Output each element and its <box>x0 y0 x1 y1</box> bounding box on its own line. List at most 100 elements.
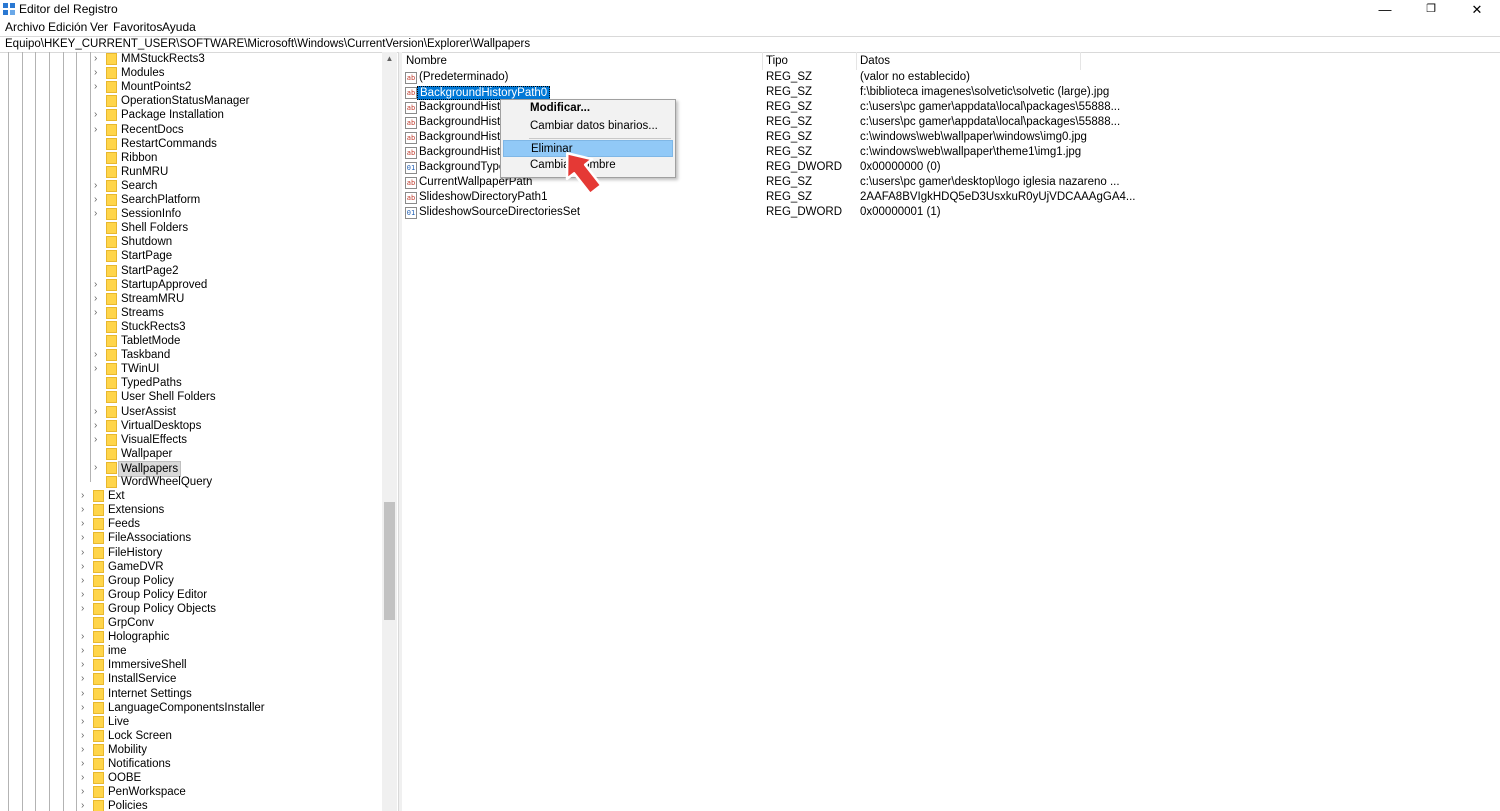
tree-node[interactable]: › ime <box>81 644 380 658</box>
tree-node[interactable]: › StreamMRU <box>94 292 380 306</box>
value-row[interactable]: ab SlideshowDirectoryPath1 REG_SZ 2AAFA8BVI… <box>404 191 1135 206</box>
chevron-right-icon[interactable]: › <box>81 658 91 672</box>
chevron-right-icon[interactable]: › <box>94 433 104 447</box>
column-header-nombre[interactable]: Nombre <box>406 55 447 67</box>
tree-node[interactable]: › InstallService <box>81 672 380 686</box>
tree-node[interactable]: › SessionInfo <box>94 207 380 221</box>
menu-cambiar-datos-binarios[interactable]: Cambiar datos binarios... <box>503 118 673 135</box>
address-path[interactable]: Equipo\HKEY_CURRENT_USER\SOFTWARE\Micros… <box>5 38 530 50</box>
value-row[interactable]: ab (Predeterminado) REG_SZ (valor no establ… <box>404 71 1104 86</box>
chevron-right-icon[interactable]: › <box>94 278 104 292</box>
tree-node[interactable]: › TWinUI <box>94 362 380 376</box>
tree-node[interactable]: › Search <box>94 179 380 193</box>
chevron-right-icon[interactable]: › <box>81 630 91 644</box>
tree-node[interactable]: › VisualEffects <box>94 433 380 447</box>
tree-node[interactable]: › Package Installation <box>94 108 380 122</box>
minimize-button[interactable]: — <box>1362 0 1408 19</box>
chevron-right-icon[interactable]: › <box>81 517 91 531</box>
chevron-right-icon[interactable]: › <box>94 461 104 475</box>
value-name[interactable]: (Predeterminado) <box>419 71 508 83</box>
tree-node[interactable]: › ImmersiveShell <box>81 658 380 672</box>
chevron-right-icon[interactable]: › <box>81 546 91 560</box>
tree-node[interactable]: › Lock Screen <box>81 729 380 743</box>
tree-node[interactable]: › MMStuckRects3 <box>94 52 380 66</box>
tree-node[interactable]: › Wallpapers <box>94 460 380 477</box>
tree-node[interactable]: › GameDVR <box>81 560 380 574</box>
tree-node[interactable]: › Internet Settings <box>81 687 380 701</box>
tree-node[interactable]: › PenWorkspace <box>81 785 380 799</box>
close-button[interactable]: ✕ <box>1454 0 1500 19</box>
chevron-right-icon[interactable]: › <box>81 531 91 545</box>
scroll-thumb[interactable] <box>384 502 395 620</box>
chevron-right-icon[interactable]: › <box>94 108 104 122</box>
column-divider[interactable] <box>1080 52 1081 70</box>
tree-node[interactable]: › Policies <box>81 799 380 811</box>
tree-node[interactable]: StartPage <box>94 249 380 263</box>
tree-node[interactable]: › Ext <box>81 489 380 503</box>
tree-node[interactable]: › VirtualDesktops <box>94 419 380 433</box>
tree-node[interactable]: › RecentDocs <box>94 123 380 137</box>
scroll-up-icon[interactable]: ▲ <box>382 52 397 66</box>
chevron-right-icon[interactable]: › <box>81 687 91 701</box>
menu-ayuda[interactable]: Ayuda <box>162 20 196 34</box>
tree-node[interactable]: GrpConv <box>81 616 380 630</box>
tree-node[interactable]: Ribbon <box>94 151 380 165</box>
title-bar[interactable]: Editor del Registro — ❐ ✕ <box>0 0 1500 19</box>
tree-node[interactable]: › SearchPlatform <box>94 193 380 207</box>
chevron-right-icon[interactable]: › <box>81 701 91 715</box>
chevron-right-icon[interactable]: › <box>94 52 104 66</box>
value-name[interactable]: BackgroundHistoryPath0 <box>417 86 551 100</box>
tree-node[interactable]: TypedPaths <box>94 376 380 390</box>
chevron-right-icon[interactable]: › <box>81 644 91 658</box>
chevron-right-icon[interactable]: › <box>94 348 104 362</box>
tree-node[interactable]: › FileHistory <box>81 546 380 560</box>
chevron-right-icon[interactable]: › <box>81 489 91 503</box>
tree-node[interactable]: › Group Policy Editor <box>81 588 380 602</box>
tree-node[interactable]: WordWheelQuery <box>94 475 380 489</box>
chevron-right-icon[interactable]: › <box>81 560 91 574</box>
tree-node[interactable]: › Mobility <box>81 743 380 757</box>
key-tree[interactable]: › MMStuckRects3 › Modules › MountPoints2 Opera… <box>0 52 382 811</box>
chevron-right-icon[interactable]: › <box>81 729 91 743</box>
menu-ver[interactable]: Ver <box>90 20 108 34</box>
tree-node[interactable]: › UserAssist <box>94 405 380 419</box>
tree-node[interactable]: User Shell Folders <box>94 390 380 404</box>
chevron-right-icon[interactable]: › <box>94 66 104 80</box>
chevron-right-icon[interactable]: › <box>81 503 91 517</box>
tree-node[interactable]: › MountPoints2 <box>94 80 380 94</box>
tree-node[interactable]: RunMRU <box>94 165 380 179</box>
column-divider[interactable] <box>856 52 857 70</box>
tree-node[interactable]: › Group Policy Objects <box>81 602 380 616</box>
value-name[interactable]: SlideshowDirectoryPath1 <box>419 191 547 203</box>
address-bar[interactable]: Equipo\HKEY_CURRENT_USER\SOFTWARE\Micros… <box>0 36 1500 53</box>
chevron-right-icon[interactable]: › <box>81 602 91 616</box>
chevron-right-icon[interactable]: › <box>81 574 91 588</box>
menu-edicion[interactable]: Edición <box>48 20 87 34</box>
tree-node[interactable]: › LanguageComponentsInstaller <box>81 701 380 715</box>
tree-node[interactable]: › Live <box>81 715 380 729</box>
tree-node[interactable]: StartPage2 <box>94 264 380 278</box>
column-header-tipo[interactable]: Tipo <box>766 55 788 67</box>
chevron-right-icon[interactable]: › <box>81 715 91 729</box>
tree-node[interactable]: OperationStatusManager <box>94 94 380 108</box>
tree-node[interactable]: StuckRects3 <box>94 320 380 334</box>
chevron-right-icon[interactable]: › <box>94 405 104 419</box>
chevron-right-icon[interactable]: › <box>94 306 104 320</box>
column-header-datos[interactable]: Datos <box>860 55 890 67</box>
column-divider[interactable] <box>762 52 763 70</box>
chevron-right-icon[interactable]: › <box>94 419 104 433</box>
tree-node[interactable]: › Streams <box>94 306 380 320</box>
tree-scrollbar[interactable]: ▲ <box>382 52 397 811</box>
value-row[interactable]: 01 SlideshowSourceDirectoriesSet REG_DWORD… <box>404 206 1104 221</box>
chevron-right-icon[interactable]: › <box>81 785 91 799</box>
chevron-right-icon[interactable]: › <box>94 207 104 221</box>
menu-favoritos[interactable]: Favoritos <box>113 20 162 34</box>
tree-node[interactable]: Shell Folders <box>94 221 380 235</box>
chevron-right-icon[interactable]: › <box>94 292 104 306</box>
tree-node[interactable]: › Holographic <box>81 630 380 644</box>
chevron-right-icon[interactable]: › <box>94 123 104 137</box>
chevron-right-icon[interactable]: › <box>81 771 91 785</box>
tree-node[interactable]: › Group Policy <box>81 574 380 588</box>
value-name[interactable]: SlideshowSourceDirectoriesSet <box>419 206 580 218</box>
menu-modificar[interactable]: Modificar... <box>503 100 673 117</box>
